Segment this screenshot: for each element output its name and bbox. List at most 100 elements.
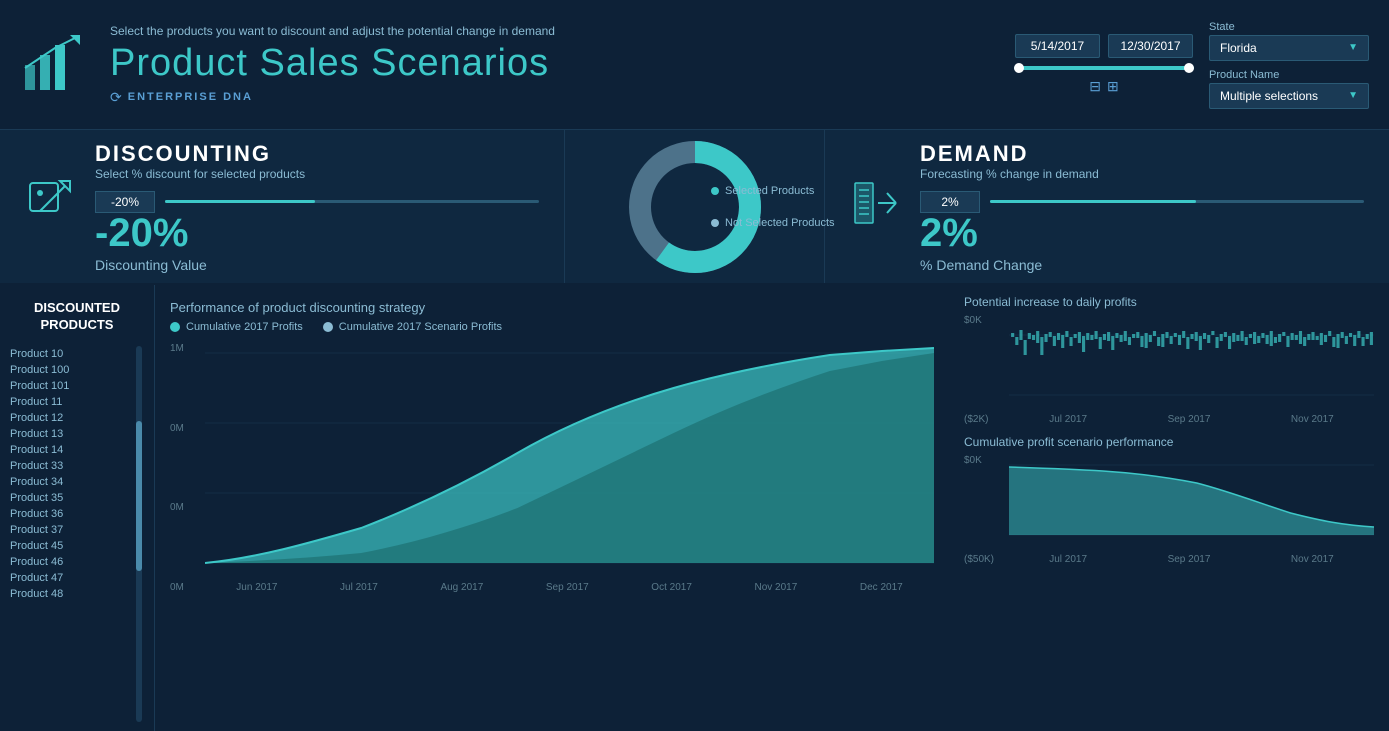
list-item[interactable]: Product 47 bbox=[10, 570, 144, 586]
header-controls: 5/14/2017 12/30/2017 ⊟ ⊞ State Florida ▼ bbox=[1014, 21, 1369, 109]
cumulative-profit-svg-area bbox=[1009, 455, 1374, 545]
cumulative-y-0k: $0K bbox=[964, 455, 1004, 466]
tag-icon bbox=[25, 178, 75, 236]
legend-dot-teal bbox=[170, 322, 180, 332]
product-name-dropdown[interactable]: Multiple selections ▼ bbox=[1209, 83, 1369, 109]
list-item[interactable]: Product 14 bbox=[10, 442, 144, 458]
x-label-aug: Aug 2017 bbox=[440, 582, 483, 593]
daily-y-0k: $0K bbox=[964, 315, 1004, 326]
demand-slider-area bbox=[920, 191, 1364, 213]
date-slider[interactable] bbox=[1014, 66, 1194, 70]
sidebar-scrollbar-thumb[interactable] bbox=[136, 421, 142, 571]
cumulative-x-sep: Sep 2017 bbox=[1168, 554, 1211, 565]
product-name-dropdown-item: Product Name Multiple selections ▼ bbox=[1209, 69, 1369, 109]
list-item[interactable]: Product 12 bbox=[10, 410, 144, 426]
main-content: DISCOUNTEDPRODUCTS Product 10Product 100… bbox=[0, 285, 1389, 731]
demand-value-label: % Demand Change bbox=[920, 257, 1364, 273]
x-label-oct: Oct 2017 bbox=[651, 582, 692, 593]
donut-label-selected: Selected Products bbox=[711, 185, 834, 197]
demand-content: DEMAND Forecasting % change in demand 2%… bbox=[920, 141, 1364, 273]
list-item[interactable]: Product 13 bbox=[10, 426, 144, 442]
metrics-section: DISCOUNTING Select % discount for select… bbox=[0, 130, 1389, 285]
donut-label-not-selected: Not Selected Products bbox=[711, 217, 834, 229]
demand-icon bbox=[850, 178, 900, 236]
daily-profits-x-labels: Jul 2017 Sep 2017 Nov 2017 bbox=[1009, 414, 1374, 425]
daily-x-jul: Jul 2017 bbox=[1049, 414, 1087, 425]
list-item[interactable]: Product 100 bbox=[10, 362, 144, 378]
cumulative-profit-svg bbox=[1009, 455, 1374, 545]
legend-item-profits: Cumulative 2017 Profits bbox=[170, 321, 303, 333]
cumulative-x-labels: Jul 2017 Sep 2017 Nov 2017 bbox=[1009, 554, 1374, 565]
demand-value: 2% bbox=[920, 213, 1364, 253]
demand-slider[interactable] bbox=[990, 200, 1364, 203]
list-item[interactable]: Product 37 bbox=[10, 522, 144, 538]
not-selected-label: Not Selected Products bbox=[725, 217, 834, 229]
x-label-sep: Sep 2017 bbox=[546, 582, 589, 593]
state-label: State bbox=[1209, 21, 1369, 33]
chart-y-labels: 1M 0M 0M 0M bbox=[170, 343, 200, 593]
date-range-area: 5/14/2017 12/30/2017 ⊟ ⊞ bbox=[1014, 34, 1194, 95]
state-dropdown[interactable]: Florida ▼ bbox=[1209, 35, 1369, 61]
discounting-content: DISCOUNTING Select % discount for select… bbox=[95, 141, 539, 273]
cumulative-x-nov: Nov 2017 bbox=[1291, 554, 1334, 565]
cumulative-y-50k: ($50K) bbox=[964, 554, 1004, 565]
donut-chart-area: Selected Products Not Selected Products bbox=[565, 130, 825, 283]
x-label-nov: Nov 2017 bbox=[754, 582, 797, 593]
list-item[interactable]: Product 33 bbox=[10, 458, 144, 474]
sidebar-title: DISCOUNTEDPRODUCTS bbox=[10, 300, 144, 334]
list-item[interactable]: Product 11 bbox=[10, 394, 144, 410]
date-slider-thumb-left[interactable] bbox=[1014, 63, 1024, 73]
state-dropdown-item: State Florida ▼ bbox=[1209, 21, 1369, 61]
cumulative-profit-title: Cumulative profit scenario performance bbox=[964, 435, 1374, 449]
discounting-slider-fill bbox=[165, 200, 315, 203]
expand-icon[interactable]: ⊞ bbox=[1107, 78, 1119, 95]
date-start[interactable]: 5/14/2017 bbox=[1015, 34, 1100, 58]
sidebar-scroll[interactable]: Product 10Product 100Product 101Product … bbox=[10, 346, 144, 722]
demand-panel: DEMAND Forecasting % change in demand 2%… bbox=[825, 130, 1389, 283]
cumulative-profit-container: $0K ($50K) Jul 2017 Sep 2017 Nov 2017 bbox=[964, 455, 1374, 565]
chart-legend: Cumulative 2017 Profits Cumulative 2017 … bbox=[170, 321, 934, 333]
list-item[interactable]: Product 48 bbox=[10, 586, 144, 602]
y-label-0m-2: 0M bbox=[170, 502, 200, 513]
chart-svg-area bbox=[205, 343, 934, 573]
product-name-label: Product Name bbox=[1209, 69, 1369, 81]
daily-profits-svg-area bbox=[1009, 315, 1374, 405]
list-item[interactable]: Product 45 bbox=[10, 538, 144, 554]
x-label-dec: Dec 2017 bbox=[860, 582, 903, 593]
logo-icon bbox=[20, 30, 90, 100]
discounting-input[interactable] bbox=[95, 191, 155, 213]
daily-profits-container: $0K ($2K) bbox=[964, 315, 1374, 425]
y-label-1m: 1M bbox=[170, 343, 200, 354]
list-item[interactable]: Product 101 bbox=[10, 378, 144, 394]
header-title: Product Sales Scenarios bbox=[110, 42, 994, 85]
discounting-title: DISCOUNTING bbox=[95, 141, 539, 167]
x-label-jul: Jul 2017 bbox=[340, 582, 378, 593]
state-chevron-icon: ▼ bbox=[1348, 42, 1358, 53]
x-label-jun: Jun 2017 bbox=[236, 582, 277, 593]
list-item[interactable]: Product 46 bbox=[10, 554, 144, 570]
daily-profits-title: Potential increase to daily profits bbox=[964, 295, 1374, 309]
header-subtitle: Select the products you want to discount… bbox=[110, 24, 994, 38]
selected-label: Selected Products bbox=[725, 185, 814, 197]
demand-title: DEMAND bbox=[920, 141, 1364, 167]
filter-icons: ⊟ ⊞ bbox=[1089, 78, 1118, 95]
date-end[interactable]: 12/30/2017 bbox=[1108, 34, 1193, 58]
demand-input[interactable] bbox=[920, 191, 980, 213]
list-item[interactable]: Product 35 bbox=[10, 490, 144, 506]
list-item[interactable]: Product 10 bbox=[10, 346, 144, 362]
sidebar: DISCOUNTEDPRODUCTS Product 10Product 100… bbox=[0, 285, 155, 731]
product-name-value: Multiple selections bbox=[1220, 89, 1318, 103]
list-item[interactable]: Product 34 bbox=[10, 474, 144, 490]
discounting-slider[interactable] bbox=[165, 200, 539, 203]
sidebar-scrollbar[interactable] bbox=[136, 346, 142, 722]
donut-labels: Selected Products Not Selected Products bbox=[711, 185, 834, 229]
daily-profits-section: Potential increase to daily profits $0K … bbox=[964, 295, 1374, 425]
sidebar-title-text: DISCOUNTEDPRODUCTS bbox=[34, 300, 120, 332]
list-item[interactable]: Product 36 bbox=[10, 506, 144, 522]
filter-icon[interactable]: ⊟ bbox=[1089, 78, 1101, 95]
chart-x-labels: Jun 2017 Jul 2017 Aug 2017 Sep 2017 Oct … bbox=[205, 582, 934, 593]
date-slider-thumb-right[interactable] bbox=[1184, 63, 1194, 73]
daily-profits-y-labels: $0K ($2K) bbox=[964, 315, 1004, 425]
state-value: Florida bbox=[1220, 41, 1257, 55]
charts-area: Performance of product discounting strat… bbox=[155, 285, 949, 731]
